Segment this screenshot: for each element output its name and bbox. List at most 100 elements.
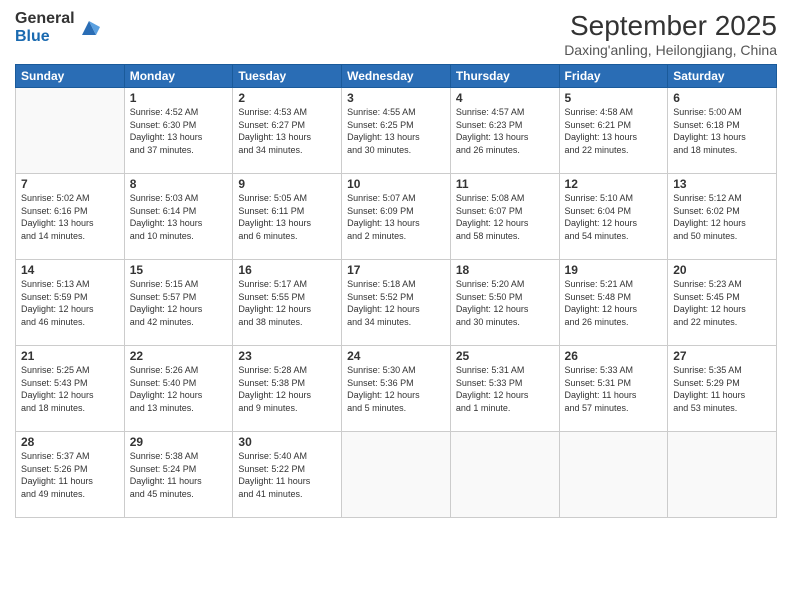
day-number: 19 <box>565 263 663 277</box>
day-info: Sunrise: 5:13 AM Sunset: 5:59 PM Dayligh… <box>21 278 119 328</box>
calendar-table: Sunday Monday Tuesday Wednesday Thursday… <box>15 64 777 518</box>
table-row: 5Sunrise: 4:58 AM Sunset: 6:21 PM Daylig… <box>559 88 668 174</box>
table-row: 27Sunrise: 5:35 AM Sunset: 5:29 PM Dayli… <box>668 346 777 432</box>
header-saturday: Saturday <box>668 65 777 88</box>
day-number: 6 <box>673 91 771 105</box>
day-info: Sunrise: 5:02 AM Sunset: 6:16 PM Dayligh… <box>21 192 119 242</box>
day-number: 18 <box>456 263 554 277</box>
calendar-week-4: 21Sunrise: 5:25 AM Sunset: 5:43 PM Dayli… <box>16 346 777 432</box>
header-friday: Friday <box>559 65 668 88</box>
day-number: 8 <box>130 177 228 191</box>
header-thursday: Thursday <box>450 65 559 88</box>
day-number: 9 <box>238 177 336 191</box>
day-number: 1 <box>130 91 228 105</box>
day-info: Sunrise: 5:26 AM Sunset: 5:40 PM Dayligh… <box>130 364 228 414</box>
day-number: 23 <box>238 349 336 363</box>
day-number: 30 <box>238 435 336 449</box>
day-number: 26 <box>565 349 663 363</box>
day-info: Sunrise: 5:33 AM Sunset: 5:31 PM Dayligh… <box>565 364 663 414</box>
day-number: 7 <box>21 177 119 191</box>
day-number: 13 <box>673 177 771 191</box>
table-row <box>450 432 559 518</box>
day-info: Sunrise: 5:18 AM Sunset: 5:52 PM Dayligh… <box>347 278 445 328</box>
table-row <box>668 432 777 518</box>
calendar-week-3: 14Sunrise: 5:13 AM Sunset: 5:59 PM Dayli… <box>16 260 777 346</box>
header-tuesday: Tuesday <box>233 65 342 88</box>
day-number: 15 <box>130 263 228 277</box>
table-row: 24Sunrise: 5:30 AM Sunset: 5:36 PM Dayli… <box>342 346 451 432</box>
table-row: 22Sunrise: 5:26 AM Sunset: 5:40 PM Dayli… <box>124 346 233 432</box>
location: Daxing'anling, Heilongjiang, China <box>564 42 777 58</box>
day-number: 28 <box>21 435 119 449</box>
table-row: 2Sunrise: 4:53 AM Sunset: 6:27 PM Daylig… <box>233 88 342 174</box>
logo-general: General <box>15 10 75 28</box>
table-row: 10Sunrise: 5:07 AM Sunset: 6:09 PM Dayli… <box>342 174 451 260</box>
day-info: Sunrise: 5:12 AM Sunset: 6:02 PM Dayligh… <box>673 192 771 242</box>
table-row: 13Sunrise: 5:12 AM Sunset: 6:02 PM Dayli… <box>668 174 777 260</box>
day-info: Sunrise: 5:37 AM Sunset: 5:26 PM Dayligh… <box>21 450 119 500</box>
day-info: Sunrise: 5:07 AM Sunset: 6:09 PM Dayligh… <box>347 192 445 242</box>
day-number: 21 <box>21 349 119 363</box>
table-row: 1Sunrise: 4:52 AM Sunset: 6:30 PM Daylig… <box>124 88 233 174</box>
day-info: Sunrise: 5:23 AM Sunset: 5:45 PM Dayligh… <box>673 278 771 328</box>
table-row: 26Sunrise: 5:33 AM Sunset: 5:31 PM Dayli… <box>559 346 668 432</box>
day-number: 3 <box>347 91 445 105</box>
table-row: 3Sunrise: 4:55 AM Sunset: 6:25 PM Daylig… <box>342 88 451 174</box>
day-number: 25 <box>456 349 554 363</box>
table-row: 9Sunrise: 5:05 AM Sunset: 6:11 PM Daylig… <box>233 174 342 260</box>
logo-icon <box>78 17 100 39</box>
day-number: 29 <box>130 435 228 449</box>
calendar-header-row: Sunday Monday Tuesday Wednesday Thursday… <box>16 65 777 88</box>
header-wednesday: Wednesday <box>342 65 451 88</box>
month-title: September 2025 <box>564 10 777 42</box>
day-number: 5 <box>565 91 663 105</box>
day-info: Sunrise: 5:20 AM Sunset: 5:50 PM Dayligh… <box>456 278 554 328</box>
table-row: 8Sunrise: 5:03 AM Sunset: 6:14 PM Daylig… <box>124 174 233 260</box>
day-info: Sunrise: 4:58 AM Sunset: 6:21 PM Dayligh… <box>565 106 663 156</box>
title-area: September 2025 Daxing'anling, Heilongjia… <box>564 10 777 58</box>
header-sunday: Sunday <box>16 65 125 88</box>
page: General Blue September 2025 Daxing'anlin… <box>0 0 792 612</box>
table-row: 18Sunrise: 5:20 AM Sunset: 5:50 PM Dayli… <box>450 260 559 346</box>
day-info: Sunrise: 4:57 AM Sunset: 6:23 PM Dayligh… <box>456 106 554 156</box>
day-number: 17 <box>347 263 445 277</box>
header: General Blue September 2025 Daxing'anlin… <box>15 10 777 58</box>
calendar-week-1: 1Sunrise: 4:52 AM Sunset: 6:30 PM Daylig… <box>16 88 777 174</box>
day-number: 24 <box>347 349 445 363</box>
table-row: 21Sunrise: 5:25 AM Sunset: 5:43 PM Dayli… <box>16 346 125 432</box>
header-monday: Monday <box>124 65 233 88</box>
day-info: Sunrise: 5:40 AM Sunset: 5:22 PM Dayligh… <box>238 450 336 500</box>
table-row: 20Sunrise: 5:23 AM Sunset: 5:45 PM Dayli… <box>668 260 777 346</box>
day-info: Sunrise: 4:55 AM Sunset: 6:25 PM Dayligh… <box>347 106 445 156</box>
day-number: 4 <box>456 91 554 105</box>
day-number: 11 <box>456 177 554 191</box>
table-row: 28Sunrise: 5:37 AM Sunset: 5:26 PM Dayli… <box>16 432 125 518</box>
day-info: Sunrise: 5:38 AM Sunset: 5:24 PM Dayligh… <box>130 450 228 500</box>
day-info: Sunrise: 5:08 AM Sunset: 6:07 PM Dayligh… <box>456 192 554 242</box>
table-row: 19Sunrise: 5:21 AM Sunset: 5:48 PM Dayli… <box>559 260 668 346</box>
table-row: 11Sunrise: 5:08 AM Sunset: 6:07 PM Dayli… <box>450 174 559 260</box>
day-number: 2 <box>238 91 336 105</box>
day-info: Sunrise: 5:25 AM Sunset: 5:43 PM Dayligh… <box>21 364 119 414</box>
calendar-week-2: 7Sunrise: 5:02 AM Sunset: 6:16 PM Daylig… <box>16 174 777 260</box>
day-number: 22 <box>130 349 228 363</box>
day-info: Sunrise: 5:05 AM Sunset: 6:11 PM Dayligh… <box>238 192 336 242</box>
table-row <box>16 88 125 174</box>
logo-blue: Blue <box>15 28 75 46</box>
table-row: 7Sunrise: 5:02 AM Sunset: 6:16 PM Daylig… <box>16 174 125 260</box>
table-row: 4Sunrise: 4:57 AM Sunset: 6:23 PM Daylig… <box>450 88 559 174</box>
table-row: 16Sunrise: 5:17 AM Sunset: 5:55 PM Dayli… <box>233 260 342 346</box>
day-number: 27 <box>673 349 771 363</box>
day-info: Sunrise: 5:30 AM Sunset: 5:36 PM Dayligh… <box>347 364 445 414</box>
day-info: Sunrise: 4:52 AM Sunset: 6:30 PM Dayligh… <box>130 106 228 156</box>
table-row: 29Sunrise: 5:38 AM Sunset: 5:24 PM Dayli… <box>124 432 233 518</box>
day-info: Sunrise: 5:35 AM Sunset: 5:29 PM Dayligh… <box>673 364 771 414</box>
table-row: 17Sunrise: 5:18 AM Sunset: 5:52 PM Dayli… <box>342 260 451 346</box>
day-info: Sunrise: 5:28 AM Sunset: 5:38 PM Dayligh… <box>238 364 336 414</box>
table-row: 6Sunrise: 5:00 AM Sunset: 6:18 PM Daylig… <box>668 88 777 174</box>
day-number: 16 <box>238 263 336 277</box>
table-row: 15Sunrise: 5:15 AM Sunset: 5:57 PM Dayli… <box>124 260 233 346</box>
day-info: Sunrise: 5:17 AM Sunset: 5:55 PM Dayligh… <box>238 278 336 328</box>
day-info: Sunrise: 5:00 AM Sunset: 6:18 PM Dayligh… <box>673 106 771 156</box>
day-number: 12 <box>565 177 663 191</box>
